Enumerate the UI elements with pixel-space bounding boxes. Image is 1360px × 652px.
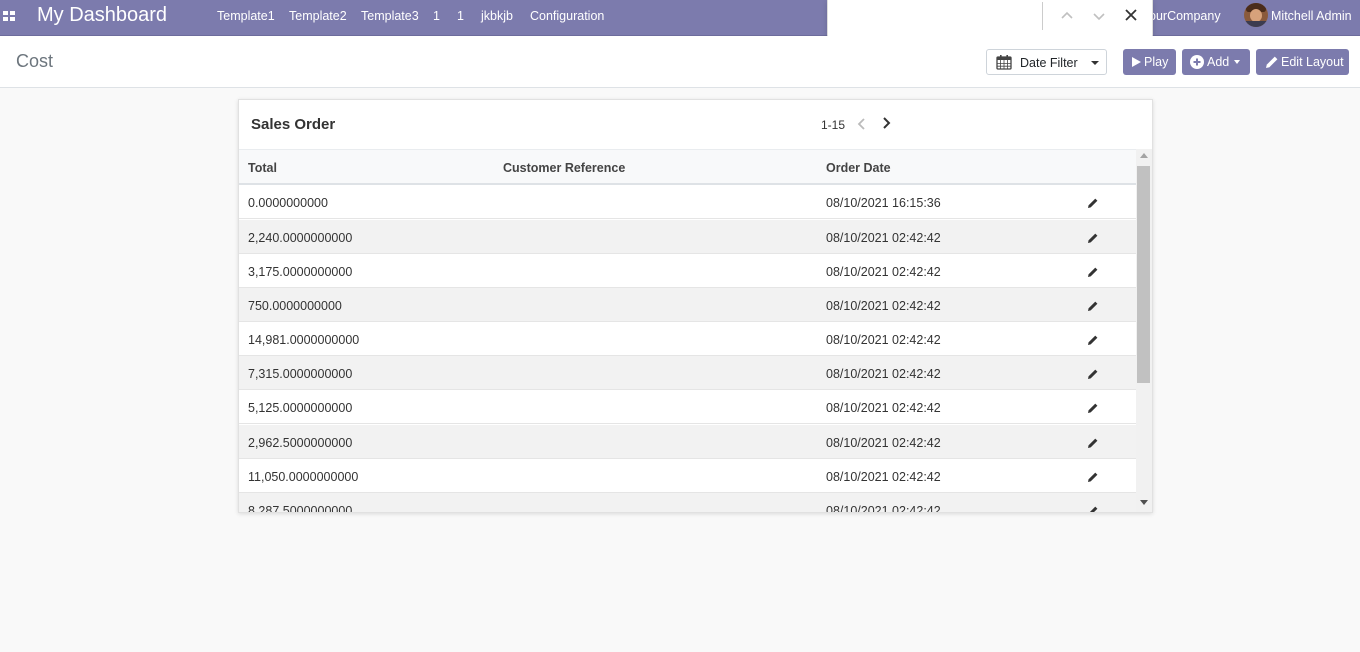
pencil-icon: [1266, 56, 1278, 68]
apps-menu-icon[interactable]: [2, 8, 16, 22]
table-row[interactable]: 2,962.5000000000 08/10/2021 02:42:42: [239, 425, 1136, 459]
edit-pencil-icon[interactable]: [1087, 231, 1099, 243]
menu-item-template2[interactable]: Template2: [289, 9, 347, 23]
column-header-order-date[interactable]: Order Date: [826, 161, 891, 175]
calendar-icon: [996, 55, 1012, 75]
table-row[interactable]: 8,287.5000000000 08/10/2021 02:42:42: [239, 493, 1136, 513]
scroll-down-arrow-icon[interactable]: [1140, 500, 1148, 505]
cell-total: 3,175.0000000000: [248, 265, 353, 279]
cell-order-date: 08/10/2021 02:42:42: [826, 265, 941, 279]
edit-pencil-icon[interactable]: [1087, 299, 1099, 311]
app-brand[interactable]: My Dashboard: [37, 4, 167, 27]
edit-pencil-icon[interactable]: [1087, 265, 1099, 277]
play-button[interactable]: Play: [1123, 49, 1176, 75]
table-row[interactable]: 14,981.0000000000 08/10/2021 02:42:42: [239, 322, 1136, 356]
caret-down-icon: [1234, 60, 1240, 64]
cell-order-date: 08/10/2021 02:42:42: [826, 470, 941, 484]
edit-pencil-icon[interactable]: [1087, 436, 1099, 448]
cell-total: 5,125.0000000000: [248, 401, 353, 415]
cell-total: 8,287.5000000000: [248, 504, 353, 513]
edit-pencil-icon[interactable]: [1087, 401, 1099, 413]
cell-order-date: 08/10/2021 02:42:42: [826, 333, 941, 347]
cell-total: 2,962.5000000000: [248, 436, 353, 450]
scroll-up-arrow-icon[interactable]: [1140, 153, 1148, 158]
table-row[interactable]: 7,315.0000000000 08/10/2021 02:42:42: [239, 356, 1136, 390]
add-button-label: Add: [1207, 55, 1230, 69]
search-popup: [827, 0, 1153, 38]
cell-total: 2,240.0000000000: [248, 231, 353, 245]
menu-item-1b[interactable]: 1: [457, 9, 464, 23]
table-row[interactable]: 11,050.0000000000 08/10/2021 02:42:42: [239, 459, 1136, 493]
company-switcher[interactable]: ourCompany: [1149, 9, 1221, 23]
cell-order-date: 08/10/2021 02:42:42: [826, 504, 941, 513]
pager-next-icon[interactable]: [879, 116, 893, 130]
table-row[interactable]: 0.0000000000 08/10/2021 16:15:36: [239, 185, 1136, 219]
edit-pencil-icon[interactable]: [1087, 196, 1099, 208]
table-row[interactable]: 5,125.0000000000 08/10/2021 02:42:42: [239, 390, 1136, 424]
caret-down-icon: [1091, 61, 1099, 65]
user-menu[interactable]: Mitchell Admin: [1271, 9, 1352, 23]
pager-previous-icon[interactable]: [855, 117, 869, 131]
date-filter-dropdown[interactable]: Date Filter: [986, 49, 1107, 75]
menu-item-template1[interactable]: Template1: [217, 9, 275, 23]
scrollbar-thumb[interactable]: [1137, 166, 1150, 383]
column-header-customer-reference[interactable]: Customer Reference: [503, 161, 625, 175]
pager-value[interactable]: 1-15: [821, 118, 845, 132]
cell-order-date: 08/10/2021 02:42:42: [826, 299, 941, 313]
menu-item-template3[interactable]: Template3: [361, 9, 419, 23]
top-navbar: My Dashboard Template1 Template2 Templat…: [0, 0, 1360, 36]
edit-layout-button-label: Edit Layout: [1281, 55, 1344, 69]
column-header-total[interactable]: Total: [248, 161, 277, 175]
cell-total: 11,050.0000000000: [248, 470, 359, 484]
sales-order-card: Sales Order 1-15 Total Customer Referenc…: [238, 99, 1153, 513]
menu-item-1a[interactable]: 1: [433, 9, 440, 23]
table-row[interactable]: 2,240.0000000000 08/10/2021 02:42:42: [239, 220, 1136, 254]
close-icon[interactable]: [1121, 6, 1141, 26]
add-button[interactable]: Add: [1182, 49, 1250, 75]
page-title: Cost: [16, 51, 54, 71]
menu-item-configuration[interactable]: Configuration: [530, 9, 604, 23]
date-filter-label: Date Filter: [1020, 56, 1078, 70]
table-header: Total Customer Reference Order Date: [239, 149, 1136, 185]
menu-item-jkbkjb[interactable]: jkbkjb: [481, 9, 513, 23]
cell-total: 0.0000000000: [248, 196, 328, 210]
play-icon: [1132, 57, 1141, 67]
control-panel: Cost Date Filter Play Add Edit Layout: [0, 36, 1360, 88]
edit-pencil-icon[interactable]: [1087, 333, 1099, 345]
cell-total: 750.0000000000: [248, 299, 342, 313]
chevron-up-icon[interactable]: [1057, 6, 1077, 26]
play-button-label: Play: [1144, 55, 1169, 69]
cell-order-date: 08/10/2021 02:42:42: [826, 401, 941, 415]
edit-pencil-icon[interactable]: [1087, 504, 1099, 512]
user-avatar[interactable]: [1244, 3, 1268, 27]
cell-order-date: 08/10/2021 16:15:36: [826, 196, 941, 210]
plus-circle-icon: [1190, 55, 1204, 69]
table-scrollbar[interactable]: [1136, 149, 1152, 512]
cell-order-date: 08/10/2021 02:42:42: [826, 367, 941, 381]
cell-order-date: 08/10/2021 02:42:42: [826, 436, 941, 450]
cell-total: 14,981.0000000000: [248, 333, 360, 347]
cell-total: 7,315.0000000000: [248, 367, 353, 381]
table-row[interactable]: 3,175.0000000000 08/10/2021 02:42:42: [239, 254, 1136, 288]
search-input[interactable]: [834, 6, 1039, 30]
card-title: Sales Order: [251, 116, 336, 133]
sales-order-table: Total Customer Reference Order Date 0.00…: [239, 149, 1136, 513]
edit-layout-button[interactable]: Edit Layout: [1256, 49, 1349, 75]
edit-pencil-icon[interactable]: [1087, 470, 1099, 482]
cell-order-date: 08/10/2021 02:42:42: [826, 231, 941, 245]
edit-pencil-icon[interactable]: [1087, 367, 1099, 379]
search-divider: [1042, 2, 1043, 30]
chevron-down-icon[interactable]: [1089, 6, 1109, 26]
table-row[interactable]: 750.0000000000 08/10/2021 02:42:42: [239, 288, 1136, 322]
